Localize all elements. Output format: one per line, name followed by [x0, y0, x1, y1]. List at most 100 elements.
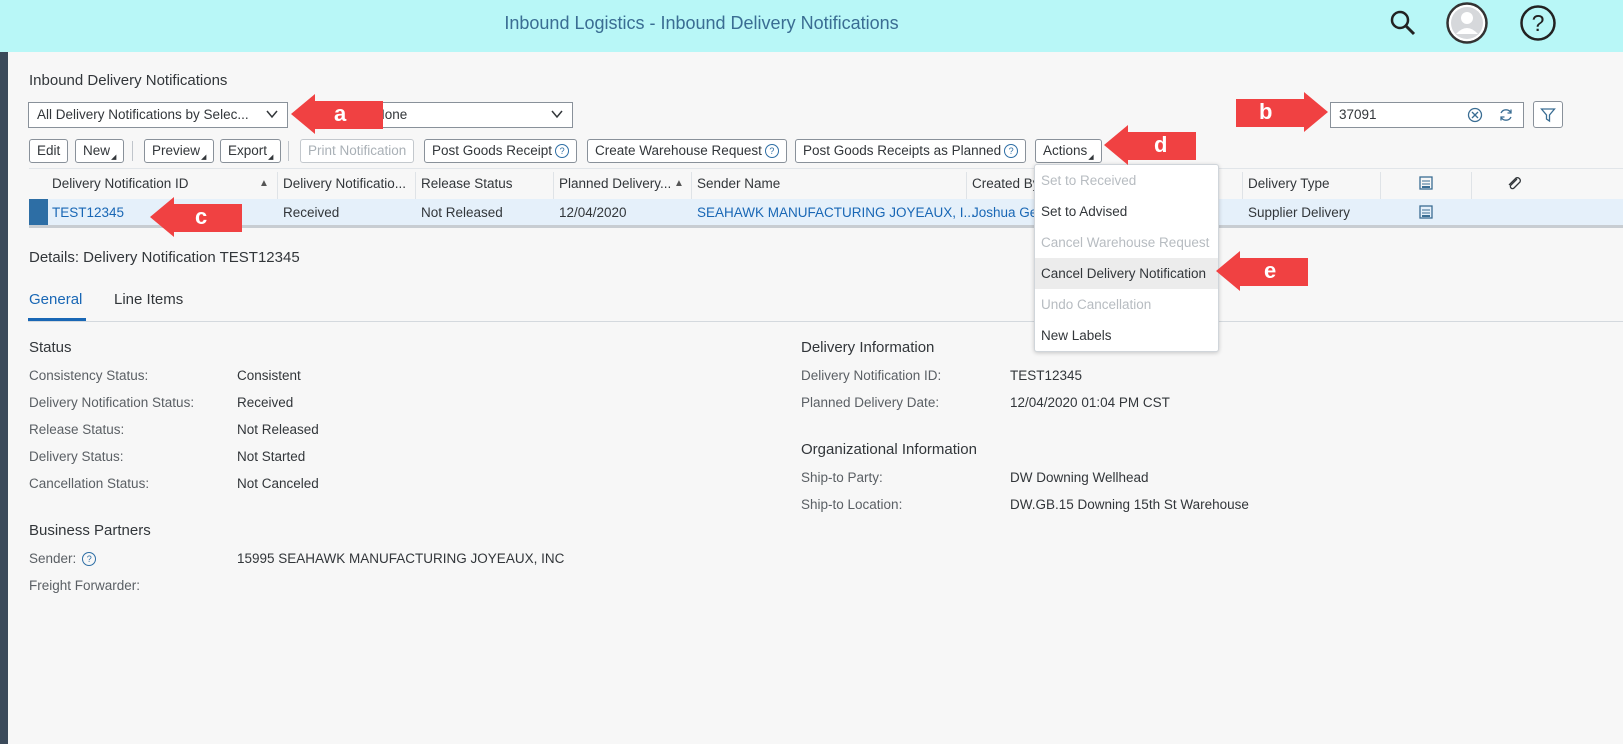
column-header-type[interactable]: Delivery Type	[1248, 176, 1330, 191]
sort-ascending-icon: ▲	[259, 178, 269, 189]
secondary-select[interactable]: None	[362, 102, 573, 128]
dn-id-link[interactable]: TEST12345	[1010, 368, 1082, 383]
table-bottom-border	[29, 225, 1623, 228]
attachment-icon	[1506, 175, 1522, 194]
document-icon[interactable]	[1418, 204, 1434, 223]
preview-button-label: Preview	[152, 143, 201, 158]
help-icon[interactable]: ?	[82, 552, 97, 566]
new-button-label: New	[83, 143, 111, 158]
sort-ascending-icon: ▲	[674, 178, 684, 189]
sender-link[interactable]: 15995 SEAHAWK MANUFACTURING JOYEAUX, INC	[237, 551, 564, 566]
column-header-sender[interactable]: Sender Name	[697, 176, 780, 191]
column-header-created-by[interactable]: Created By	[972, 176, 1040, 191]
post-goods-receipts-planned-label: Post Goods Receipts as Planned	[803, 143, 1002, 158]
sender-label-text: Sender:	[29, 551, 77, 566]
menu-item-set-to-advised[interactable]: Set to Advised	[1035, 196, 1218, 227]
post-goods-receipt-button[interactable]: Post Goods Receipt?	[424, 139, 578, 163]
org-info-heading: Organizational Information	[801, 441, 977, 458]
tab-general[interactable]: General	[29, 291, 82, 308]
search-input[interactable]: 37091	[1330, 102, 1524, 128]
row-release: Not Released	[421, 205, 503, 220]
column-header-planned[interactable]: Planned Delivery...	[559, 176, 671, 191]
menu-item-set-to-received[interactable]: Set to Received	[1035, 165, 1218, 196]
menu-item-undo-cancellation[interactable]: Undo Cancellation	[1035, 289, 1218, 320]
create-warehouse-request-button[interactable]: Create Warehouse Request?	[587, 139, 787, 163]
planned-date-value: 12/04/2020 01:04 PM CST	[1010, 395, 1170, 410]
search-input-value: 37091	[1339, 107, 1377, 122]
create-warehouse-request-label: Create Warehouse Request	[595, 143, 762, 158]
export-button[interactable]: Export◢	[220, 139, 282, 163]
row-sender-link[interactable]: SEAHAWK MANUFACTURING JOYEAUX, I...	[697, 205, 975, 220]
planned-date-label: Planned Delivery Date:	[801, 395, 940, 410]
cancellation-value: Not Canceled	[237, 476, 319, 491]
callout-label-e: e	[1264, 258, 1277, 283]
chevron-down-icon	[551, 110, 563, 119]
page-title: Inbound Delivery Notifications	[29, 72, 228, 89]
row-created-by-link[interactable]: Joshua Ge	[972, 205, 1037, 220]
variant-select-value: All Delivery Notifications by Selec...	[37, 107, 249, 122]
edit-button[interactable]: Edit	[29, 139, 69, 163]
left-edge-bar	[0, 52, 8, 744]
ship-party-link[interactable]: DW Downing Wellhead	[1010, 470, 1149, 485]
help-icon: ?	[555, 144, 570, 158]
toolbar-separator	[288, 141, 289, 161]
row-selector[interactable]	[29, 199, 48, 225]
print-notification-label: Print Notification	[308, 143, 407, 158]
refresh-icon[interactable]	[1497, 106, 1515, 124]
menu-item-cancel-warehouse-request[interactable]: Cancel Warehouse Request	[1035, 227, 1218, 258]
shell-title: Inbound Logistics - Inbound Delivery Not…	[504, 13, 899, 33]
help-icon[interactable]: ?	[1519, 4, 1557, 42]
callout-arrow-e	[1216, 251, 1308, 291]
row-id-link[interactable]: TEST12345	[52, 205, 124, 220]
dn-status-label: Delivery Notification Status:	[29, 395, 195, 410]
column-header-release[interactable]: Release Status	[421, 176, 513, 191]
ship-location-label: Ship-to Location:	[801, 497, 903, 512]
actions-menu: Set to Received Set to Advised Cancel Wa…	[1034, 164, 1219, 352]
help-icon: ?	[1004, 144, 1019, 158]
print-notification-button[interactable]: Print Notification	[300, 139, 415, 163]
callout-label-a: a	[334, 101, 347, 126]
actions-button-label: Actions	[1043, 143, 1088, 158]
sender-label: Sender:?	[29, 551, 97, 566]
column-header-id[interactable]: Delivery Notification ID	[52, 176, 189, 191]
row-planned: 12/04/2020	[559, 205, 627, 220]
consistency-label: Consistency Status:	[29, 368, 149, 383]
post-goods-receipts-planned-button[interactable]: Post Goods Receipts as Planned?	[795, 139, 1027, 163]
svg-text:?: ?	[1532, 10, 1545, 36]
menu-indicator-icon: ◢	[201, 154, 207, 161]
business-partners-heading: Business Partners	[29, 522, 151, 539]
callout-label-b: b	[1259, 99, 1273, 124]
callout-label-c: c	[195, 204, 208, 229]
menu-indicator-icon: ◢	[111, 154, 117, 161]
preview-button[interactable]: Preview◢	[144, 139, 215, 163]
callout-arrow-d	[1104, 125, 1196, 165]
post-goods-receipt-label: Post Goods Receipt	[432, 143, 553, 158]
delivery-status-value: Not Started	[237, 449, 306, 464]
dn-status-value: Received	[237, 395, 294, 410]
cancellation-label: Cancellation Status:	[29, 476, 150, 491]
details-title: Details: Delivery Notification TEST12345	[29, 249, 300, 266]
help-icon: ?	[764, 144, 779, 158]
column-header-status[interactable]: Delivery Notificatio...	[283, 176, 406, 191]
ship-location-link[interactable]: DW.GB.15 Downing 15th St Warehouse	[1010, 497, 1249, 512]
status-heading: Status	[29, 339, 72, 356]
variant-select[interactable]: All Delivery Notifications by Selec...	[28, 102, 288, 128]
ship-party-label: Ship-to Party:	[801, 470, 883, 485]
actions-button[interactable]: Actions◢	[1035, 139, 1102, 163]
callout-label-d: d	[1154, 132, 1168, 157]
clear-search-icon[interactable]	[1466, 106, 1484, 124]
new-button[interactable]: New◢	[75, 139, 125, 163]
search-icon[interactable]	[1386, 6, 1420, 40]
toolbar-separator	[132, 141, 133, 161]
menu-indicator-icon: ◢	[1088, 154, 1094, 161]
tab-bar-divider	[28, 321, 1623, 322]
filter-button[interactable]	[1533, 101, 1563, 128]
menu-item-cancel-delivery-notification[interactable]: Cancel Delivery Notification	[1035, 258, 1218, 289]
row-type: Supplier Delivery	[1248, 205, 1351, 220]
callout-arrow-b	[1236, 92, 1328, 132]
dn-id-label: Delivery Notification ID:	[801, 368, 942, 383]
row-status: Received	[283, 205, 340, 220]
tab-line-items[interactable]: Line Items	[114, 291, 183, 308]
menu-item-new-labels[interactable]: New Labels	[1035, 320, 1218, 351]
user-avatar-icon[interactable]	[1446, 2, 1488, 44]
